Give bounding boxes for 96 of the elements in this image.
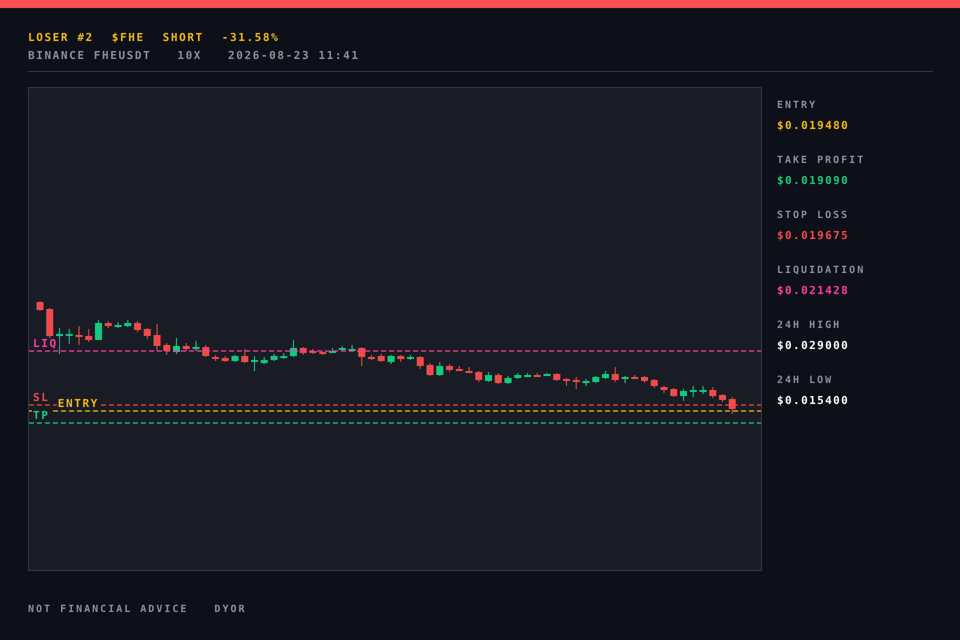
candlestick	[650, 378, 658, 388]
candlestick	[300, 346, 307, 356]
candlestick	[182, 342, 190, 352]
candlestick	[56, 328, 63, 354]
candlestick	[388, 354, 394, 364]
candlestick	[572, 376, 580, 390]
candlestick	[251, 356, 258, 372]
candlestick	[66, 328, 73, 344]
candlestick	[426, 362, 434, 376]
candlestick	[290, 340, 297, 358]
candlestick	[163, 342, 170, 356]
candlestick	[436, 362, 444, 376]
candlestick	[95, 320, 102, 340]
candlestick	[154, 324, 160, 352]
candlestick	[690, 386, 697, 398]
candlestick	[719, 394, 726, 402]
candlestick	[602, 370, 609, 380]
candlestick	[670, 388, 678, 398]
subtitle-text: BINANCE FHEUSDT	[28, 49, 152, 63]
candlestick	[466, 366, 472, 374]
title-text: SHORT	[162, 31, 204, 45]
stat-label: ENTRY	[777, 99, 818, 112]
title-text: LOSER #2	[28, 31, 94, 45]
candlestick	[46, 308, 54, 338]
candlestick	[329, 348, 336, 354]
stat-value: $0.015400	[777, 394, 850, 408]
stat-label: TAKE PROFIT	[777, 154, 866, 167]
stat-value: $0.019675	[777, 229, 850, 243]
candlestick	[134, 320, 141, 332]
stat-label: 24H LOW	[777, 374, 834, 387]
disclaimer-text: NOT FINANCIAL ADVICE	[28, 604, 188, 615]
candlestick	[563, 378, 570, 386]
candlestick	[524, 372, 531, 378]
candlestick	[338, 346, 346, 352]
candlestick	[319, 350, 326, 356]
candlestick	[270, 354, 278, 362]
candlestick	[222, 356, 229, 362]
candlestick	[397, 354, 404, 362]
stat-value: $0.019480	[777, 119, 850, 133]
stat-label: STOP LOSS	[777, 209, 850, 222]
candlestick	[212, 354, 219, 362]
candlestick	[446, 364, 453, 372]
level-label: TP	[33, 409, 50, 422]
candlestick	[641, 376, 648, 384]
stat-value: $0.021428	[777, 284, 850, 298]
candlestick	[709, 386, 716, 398]
candlestick	[485, 372, 492, 382]
candlestick	[534, 372, 541, 378]
candlestick	[368, 354, 375, 360]
candlestick	[202, 344, 210, 358]
candlestick	[504, 376, 512, 384]
title-text: $FHE	[112, 31, 145, 45]
candlestick	[241, 348, 248, 364]
candlestick	[631, 374, 638, 380]
candlestick	[680, 388, 687, 402]
candlestick	[85, 328, 92, 342]
candlestick	[378, 354, 385, 362]
candlestick	[280, 352, 288, 360]
candlestick	[416, 356, 424, 370]
candlestick	[514, 372, 522, 380]
candlestick	[358, 346, 366, 366]
stat-label: 24H HIGH	[777, 319, 842, 332]
candlestick	[104, 320, 112, 328]
candlestick	[494, 372, 502, 384]
candlestick	[456, 366, 463, 372]
candlestick	[76, 326, 82, 346]
title-text: -31.58%	[222, 31, 280, 45]
candlestick	[475, 370, 482, 382]
candlestick	[192, 340, 200, 352]
stat-value: $0.019090	[777, 174, 850, 188]
level-label: LIQ	[33, 337, 58, 350]
subtitle-text: 2026-08-23 11:41	[228, 49, 360, 63]
candlestick	[660, 386, 668, 394]
stat-label: LIQUIDATION	[777, 264, 866, 277]
candlestick	[232, 354, 238, 362]
candlestick	[124, 320, 132, 328]
candlestick	[144, 328, 151, 340]
stat-value: $0.029000	[777, 339, 850, 353]
candlestick	[612, 366, 619, 382]
candlestick	[173, 338, 180, 354]
candlestick	[407, 354, 414, 360]
candlestick	[582, 378, 590, 386]
level-label: ENTRY	[58, 397, 99, 410]
candlestick	[622, 376, 628, 384]
candlestick	[348, 344, 356, 352]
candlestick	[592, 376, 600, 384]
subtitle-text: 10X	[177, 49, 202, 63]
candlestick	[36, 300, 44, 312]
candlestick	[114, 322, 122, 328]
candlestick	[553, 372, 560, 382]
candlestick	[544, 372, 550, 376]
level-label: SL	[33, 391, 50, 404]
candlestick	[260, 356, 268, 364]
disclaimer-text: DYOR	[214, 604, 247, 615]
candlestick	[310, 348, 316, 354]
candlestick	[700, 386, 706, 394]
